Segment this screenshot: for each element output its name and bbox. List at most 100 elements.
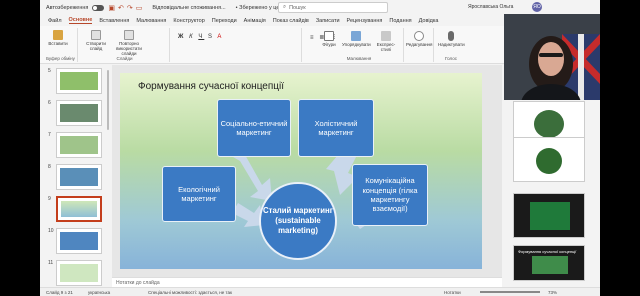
slide-thumbnail-11[interactable]	[56, 260, 102, 286]
user-name[interactable]: Ярославська Ольга	[468, 4, 513, 10]
tab-design[interactable]: Конструктор	[173, 18, 204, 24]
drawing-label: Малювання	[346, 56, 372, 61]
slide-thumbnail-10[interactable]	[56, 228, 102, 254]
thumb-preview	[61, 201, 97, 217]
thumb-number: 6	[48, 100, 51, 106]
voice-group: Надиктувати Голос	[436, 28, 466, 62]
tab-view[interactable]: Подання	[389, 18, 411, 24]
zoom-slider[interactable]	[480, 291, 540, 293]
autosave-label: Автозбереження	[46, 4, 89, 11]
design-idea-title: Формування сучасної концепції	[518, 249, 577, 254]
underline-icon[interactable]: Ч	[198, 34, 204, 40]
thumb-preview	[60, 72, 98, 90]
accessibility-status[interactable]: Спеціальні можливості: здається, не так	[148, 290, 232, 295]
node-communication[interactable]: Комунікаційна концепція (гілка маркетинг…	[352, 164, 428, 226]
thumb-number: 7	[48, 132, 51, 138]
new-slide-button[interactable]: Створити слайд	[82, 30, 110, 51]
notes-pane[interactable]: Нотатки до слайда	[112, 277, 502, 287]
node-holistic[interactable]: Холістичний маркетинг	[298, 99, 374, 157]
tab-file[interactable]: Файл	[48, 18, 62, 24]
shapes-label: Фігури	[322, 42, 336, 47]
black-frame-left	[0, 0, 40, 296]
editing-label: Редагування	[406, 42, 433, 47]
tab-help[interactable]: Довідка	[419, 18, 439, 24]
node-social-ethical[interactable]: Соціально-етичний маркетинг	[217, 99, 291, 157]
tab-transitions[interactable]: Переходи	[212, 18, 237, 24]
search-icon: ⌕	[283, 4, 287, 10]
node-ecological[interactable]: Екологічний маркетинг	[162, 166, 236, 222]
font-color-icon[interactable]: A	[217, 34, 223, 40]
status-bar: Слайд 9 з 21 українська Спеціальні можли…	[40, 287, 600, 296]
quick-styles-label: Експрес-стилі	[376, 42, 396, 52]
slide-thumbnail-9[interactable]	[56, 196, 102, 222]
drawing-group: Фігури Упорядкувати Експрес-стилі Малюва…	[316, 28, 402, 62]
slide-counter: Слайд 9 з 21	[46, 289, 73, 295]
search-input[interactable]: ⌕ Пошук	[278, 2, 388, 13]
design-idea-3[interactable]	[513, 193, 585, 238]
new-slide-label: Створити слайд	[86, 41, 106, 51]
reuse-slides-button[interactable]: Повторно використати слайди	[112, 30, 146, 56]
tab-animations[interactable]: Анімація	[244, 18, 266, 24]
slide-thumbnails-panel: 5 6 7 8 9 10 11	[40, 65, 110, 287]
redo-icon[interactable]: ↷	[127, 4, 133, 12]
quick-access-toolbar: ▣ ↶ ↷ ▭	[108, 4, 142, 12]
reuse-slides-label: Повторно використати слайди	[116, 41, 142, 56]
font-group: Ж К Ч S A	[172, 28, 302, 62]
black-frame-right	[600, 0, 640, 296]
title-bar: Автозбереження ▣ ↶ ↷ ▭ Відповідальне спо…	[40, 0, 600, 15]
thumb-number: 11	[48, 260, 54, 266]
paste-icon	[53, 30, 63, 40]
shapes-button[interactable]: Фігури	[318, 31, 340, 47]
quick-styles-button[interactable]: Експрес-стилі	[372, 31, 400, 52]
arrange-button[interactable]: Упорядкувати	[342, 31, 371, 47]
thumb-preview	[60, 264, 98, 282]
tab-record[interactable]: Записати	[316, 18, 340, 24]
thumb-preview	[60, 104, 98, 122]
clipboard-group: Вставити Буфер обміну	[44, 28, 78, 62]
design-idea-2[interactable]	[513, 137, 585, 182]
arrange-label: Упорядкувати	[342, 42, 371, 47]
design-preview-shape	[536, 148, 562, 174]
tab-home[interactable]: Основне	[68, 17, 93, 24]
notes-toggle[interactable]: Нотатки	[444, 290, 461, 295]
autosave-toggle[interactable]	[92, 4, 105, 11]
microphone-icon	[448, 31, 454, 41]
thumb-preview	[60, 136, 98, 154]
tab-slideshow[interactable]: Показ слайдів	[273, 18, 309, 24]
presenter-video-icon	[504, 14, 600, 100]
slide-thumbnail-8[interactable]	[56, 164, 102, 190]
thumb-number: 10	[48, 228, 54, 234]
thumbnails-scrollbar[interactable]	[107, 70, 109, 130]
voice-label: Голос	[445, 56, 457, 61]
dictate-button[interactable]: Надиктувати	[438, 31, 465, 47]
slide-thumbnail-5[interactable]	[56, 68, 102, 94]
design-idea-4[interactable]: Формування сучасної концепції	[513, 245, 585, 281]
tab-draw[interactable]: Малювання	[136, 18, 166, 24]
dictate-label: Надиктувати	[438, 42, 465, 47]
tab-insert[interactable]: Вставлення	[99, 18, 129, 24]
find-icon	[414, 31, 424, 41]
editing-button[interactable]: Редагування	[406, 31, 432, 47]
node-sustainable-marketing[interactable]: Сталий маркетинг (sustainable marketing)	[259, 182, 337, 260]
user-avatar[interactable]: ЯО	[532, 2, 542, 12]
italic-icon[interactable]: К	[189, 34, 195, 40]
thumb-number: 8	[48, 164, 51, 170]
slides-label: Слайди	[116, 56, 133, 61]
save-icon[interactable]: ▣	[108, 4, 115, 12]
language-indicator[interactable]: українська	[88, 290, 110, 295]
paste-button[interactable]: Вставити	[46, 30, 70, 46]
bullets-icon[interactable]: ≡	[310, 35, 316, 41]
slide-thumbnail-7[interactable]	[56, 132, 102, 158]
current-slide[interactable]: Формування сучасної концепції Соціально-…	[120, 73, 482, 269]
strikethrough-icon[interactable]: S	[208, 34, 214, 40]
search-placeholder: Пошук	[289, 4, 306, 11]
slide-thumbnail-6[interactable]	[56, 100, 102, 126]
zoom-level[interactable]: 73%	[548, 290, 557, 295]
slide-canvas-area: Формування сучасної концепції Соціально-…	[112, 65, 502, 277]
tab-review[interactable]: Рецензування	[347, 18, 383, 24]
bold-icon[interactable]: Ж	[178, 34, 185, 40]
undo-icon[interactable]: ↶	[118, 4, 124, 12]
new-slide-icon	[91, 30, 101, 40]
present-icon[interactable]: ▭	[136, 4, 143, 12]
thumb-number: 5	[48, 68, 51, 74]
